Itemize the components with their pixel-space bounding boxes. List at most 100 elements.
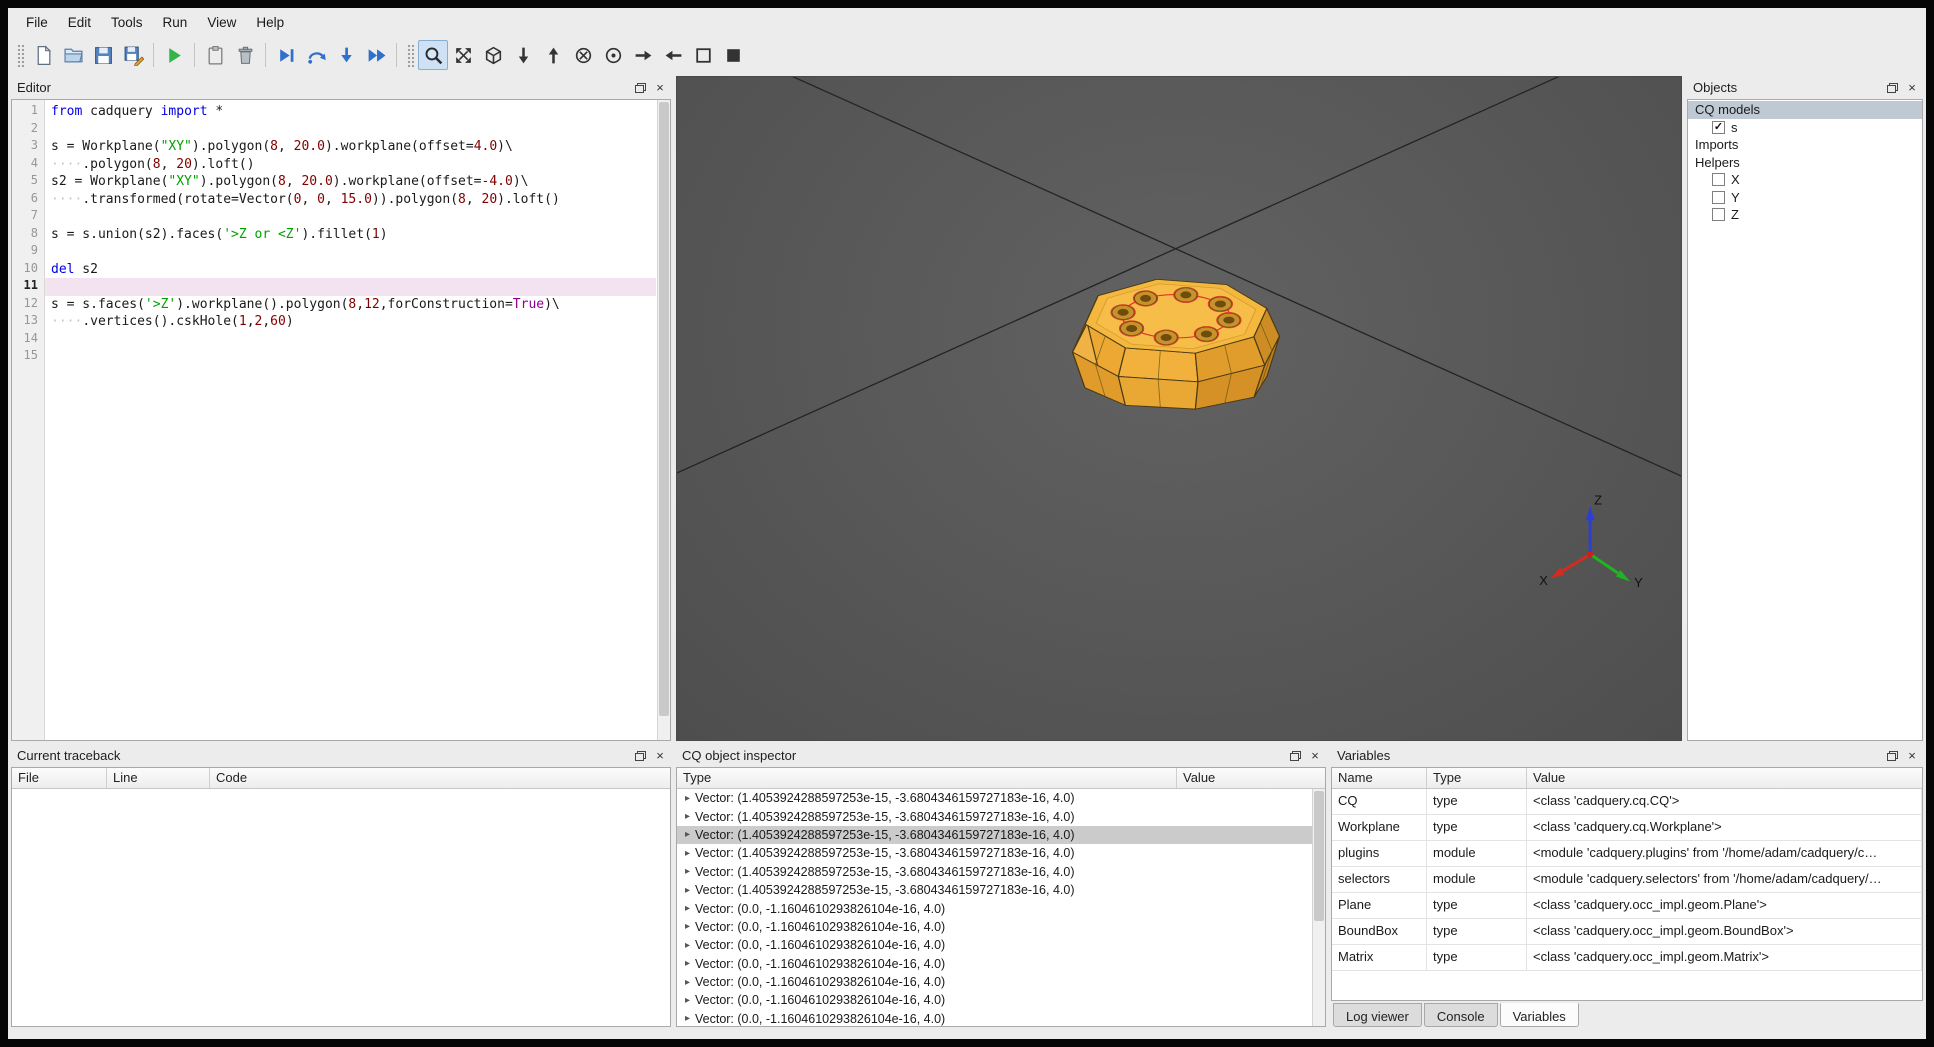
float-panel-button[interactable] — [631, 79, 649, 96]
tree-item-helpers[interactable]: Helpers — [1688, 154, 1922, 172]
left-view-button[interactable] — [658, 40, 688, 70]
column-header-name[interactable]: Name — [1332, 768, 1427, 788]
inspector-row[interactable]: ▸ Vector: (0.0, -1.1604610293826104e-16, … — [677, 899, 1312, 917]
checkbox[interactable] — [1712, 173, 1725, 187]
tab-console[interactable]: Console — [1423, 1003, 1498, 1027]
menu-tools[interactable]: Tools — [101, 11, 153, 34]
inspector-row[interactable]: ▸ Vector: (1.4053924288597253e-15, -3.680… — [677, 863, 1312, 881]
expand-caret-icon[interactable]: ▸ — [680, 995, 695, 1006]
code-area[interactable]: from cadquery import * s = Workplane("XY"… — [45, 100, 670, 740]
inspector-row[interactable]: ▸ Vector: (0.0, -1.1604610293826104e-16, … — [677, 955, 1312, 973]
inspector-row[interactable]: ▸ Vector: (0.0, -1.1604610293826104e-16, … — [677, 936, 1312, 954]
inspector-row[interactable]: ▸ Vector: (0.0, -1.1604610293826104e-16, … — [677, 918, 1312, 936]
variable-row[interactable]: selectors module <module 'cadquery.selecto… — [1332, 867, 1922, 893]
expand-caret-icon[interactable]: ▸ — [680, 940, 695, 951]
float-panel-button[interactable] — [1286, 747, 1304, 764]
close-panel-button[interactable]: × — [651, 747, 669, 764]
variable-row[interactable]: Plane type <class 'cadquery.occ_impl.geom.… — [1332, 893, 1922, 919]
expand-caret-icon[interactable]: ▸ — [680, 866, 695, 877]
expand-caret-icon[interactable]: ▸ — [680, 793, 695, 804]
column-header-code[interactable]: Code — [210, 768, 670, 788]
variable-row[interactable]: CQ type <class 'cadquery.cq.CQ'> — [1332, 789, 1922, 815]
scrollbar-thumb[interactable] — [659, 102, 669, 717]
right-view-button[interactable] — [628, 40, 658, 70]
tree-item-s[interactable]: ✓ s — [1688, 119, 1922, 137]
expand-caret-icon[interactable]: ▸ — [680, 811, 695, 822]
toolbar-grip[interactable] — [406, 43, 414, 67]
menu-edit[interactable]: Edit — [58, 11, 101, 34]
shaded-button[interactable] — [718, 40, 748, 70]
inspector-row[interactable]: ▸ Vector: (1.4053924288597253e-15, -3.680… — [677, 881, 1312, 899]
inspector-row[interactable]: ▸ Vector: (0.0, -1.1604610293826104e-16, … — [677, 1010, 1312, 1026]
column-header-line[interactable]: Line — [107, 768, 210, 788]
tree-item-cq-models[interactable]: CQ models — [1688, 101, 1922, 119]
tree-item-y[interactable]: Y — [1688, 189, 1922, 207]
float-panel-button[interactable] — [1883, 747, 1901, 764]
save-button[interactable] — [88, 40, 118, 70]
wireframe-button[interactable] — [688, 40, 718, 70]
float-panel-button[interactable] — [631, 747, 649, 764]
inspector-row[interactable]: ▸ Vector: (1.4053924288597253e-15, -3.680… — [677, 807, 1312, 825]
variable-row[interactable]: BoundBox type <class 'cadquery.occ_impl.ge… — [1332, 919, 1922, 945]
cad-model[interactable] — [1071, 278, 1281, 410]
close-panel-button[interactable]: × — [1306, 747, 1324, 764]
column-header-value[interactable]: Value — [1527, 768, 1922, 788]
toolbar-grip[interactable] — [16, 43, 24, 67]
debug-button[interactable] — [271, 40, 301, 70]
close-panel-button[interactable]: × — [1903, 747, 1921, 764]
expand-caret-icon[interactable]: ▸ — [680, 977, 695, 988]
clipboard-button[interactable] — [200, 40, 230, 70]
menu-file[interactable]: File — [16, 11, 58, 34]
editor-scrollbar[interactable] — [657, 100, 670, 740]
menu-run[interactable]: Run — [153, 11, 198, 34]
inspector-row[interactable]: ▸ Vector: (0.0, -1.1604610293826104e-16, … — [677, 991, 1312, 1009]
close-panel-button[interactable]: × — [1903, 79, 1921, 96]
scrollbar-thumb[interactable] — [1314, 791, 1324, 922]
column-header-type[interactable]: Type — [1427, 768, 1527, 788]
delete-button[interactable] — [230, 40, 260, 70]
float-panel-button[interactable] — [1883, 79, 1901, 96]
tree-item-x[interactable]: X — [1688, 171, 1922, 189]
expand-caret-icon[interactable]: ▸ — [680, 903, 695, 914]
open-file-button[interactable] — [58, 40, 88, 70]
column-header-file[interactable]: File — [12, 768, 107, 788]
iso-view-button[interactable] — [478, 40, 508, 70]
bottom-view-button[interactable] — [538, 40, 568, 70]
continue-button[interactable] — [361, 40, 391, 70]
expand-caret-icon[interactable]: ▸ — [680, 885, 695, 896]
column-header-type[interactable]: Type — [677, 768, 1177, 788]
expand-caret-icon[interactable]: ▸ — [680, 921, 695, 932]
inspector-scrollbar[interactable] — [1312, 789, 1325, 1026]
tree-item-z[interactable]: Z — [1688, 206, 1922, 224]
inspector-row[interactable]: ▸ Vector: (1.4053924288597253e-15, -3.680… — [677, 844, 1312, 862]
checkbox[interactable] — [1712, 208, 1725, 222]
variable-row[interactable]: Workplane type <class 'cadquery.cq.Workpla… — [1332, 815, 1922, 841]
column-header-value[interactable]: Value — [1177, 768, 1325, 788]
inspector-row[interactable]: ▸ Vector: (0.0, -1.1604610293826104e-16, … — [677, 973, 1312, 991]
inspector-row[interactable]: ▸ Vector: (1.4053924288597253e-15, -3.680… — [677, 825, 1312, 845]
variable-row[interactable]: Matrix type <class 'cadquery.occ_impl.geom… — [1332, 945, 1922, 971]
checkbox[interactable]: ✓ — [1712, 120, 1725, 134]
viewport-canvas[interactable]: Z X Y — [677, 77, 1681, 740]
code-editor[interactable]: 1 2 3 4 5 6 7 8 9 10 11 12 13 14 15 from cadquery impo… — [12, 100, 670, 740]
inspector-row[interactable]: ▸ Vector: (1.4053924288597253e-15, -3.680… — [677, 789, 1312, 807]
tab-log-viewer[interactable]: Log viewer — [1333, 1003, 1422, 1027]
expand-caret-icon[interactable]: ▸ — [680, 848, 695, 859]
front-view-button[interactable] — [568, 40, 598, 70]
expand-caret-icon[interactable]: ▸ — [680, 958, 695, 969]
close-panel-button[interactable]: × — [651, 79, 669, 96]
variable-row[interactable]: plugins module <module 'cadquery.plugins' … — [1332, 841, 1922, 867]
new-file-button[interactable] — [28, 40, 58, 70]
back-view-button[interactable] — [598, 40, 628, 70]
save-as-button[interactable] — [118, 40, 148, 70]
step-into-button[interactable] — [331, 40, 361, 70]
expand-caret-icon[interactable]: ▸ — [680, 1013, 695, 1024]
step-over-button[interactable] — [301, 40, 331, 70]
3d-viewport[interactable]: Z X Y — [676, 76, 1682, 741]
expand-caret-icon[interactable]: ▸ — [680, 829, 695, 840]
menu-view[interactable]: View — [197, 11, 246, 34]
menu-help[interactable]: Help — [246, 11, 294, 34]
top-view-button[interactable] — [508, 40, 538, 70]
checkbox[interactable] — [1712, 190, 1725, 204]
tab-variables[interactable]: Variables — [1499, 1003, 1579, 1027]
